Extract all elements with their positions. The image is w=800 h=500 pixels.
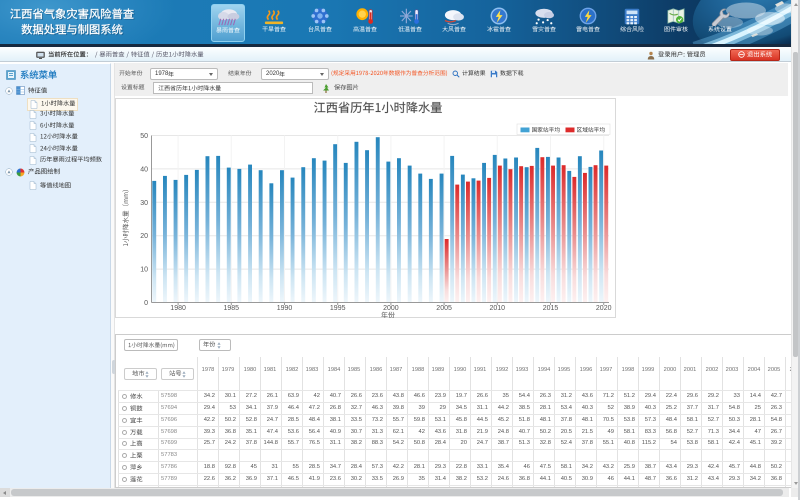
svg-text:1990: 1990 [277, 305, 293, 312]
svg-text:2015: 2015 [543, 305, 559, 312]
svg-text:1985: 1985 [224, 305, 240, 312]
svg-text:30: 30 [140, 200, 148, 207]
svg-text:2020: 2020 [596, 305, 612, 312]
svg-text:20: 20 [140, 233, 148, 240]
svg-text:0: 0 [144, 300, 148, 307]
svg-text:1980: 1980 [170, 305, 186, 312]
svg-text:1995: 1995 [330, 305, 346, 312]
svg-text:40: 40 [140, 166, 148, 173]
svg-text:50: 50 [140, 133, 148, 140]
svg-text:10: 10 [140, 267, 148, 274]
svg-text:2000: 2000 [383, 305, 399, 312]
svg-text:2005: 2005 [436, 305, 452, 312]
svg-text:2010: 2010 [490, 305, 506, 312]
